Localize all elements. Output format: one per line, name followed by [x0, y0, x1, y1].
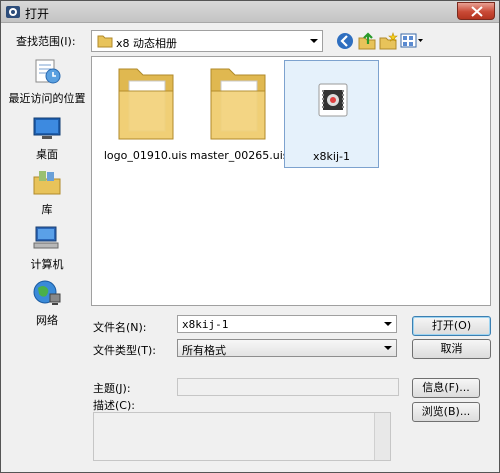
filetype-select[interactable]: 所有格式 — [177, 339, 397, 357]
folder-icon — [97, 34, 113, 51]
app-icon — [5, 4, 21, 20]
place-label: 库 — [41, 203, 53, 216]
up-folder-button[interactable] — [357, 32, 377, 50]
file-name: master_00265.uis — [190, 149, 289, 162]
filename-value: x8kij-1 — [182, 318, 229, 331]
filename-input[interactable]: x8kij-1 — [177, 315, 397, 333]
lookin-label: 查找范围(I): — [16, 35, 76, 48]
up-folder-icon — [358, 32, 376, 50]
description-label: 描述(C): — [93, 399, 135, 412]
file-item-selected[interactable]: x8kij-1 — [284, 60, 379, 168]
folder-icon — [118, 68, 173, 140]
open-file-dialog: 打开 查找范围(I): x8 动态相册 最近访问的位置 桌面 库 计算机 网络 … — [0, 0, 500, 473]
desktop-icon — [33, 117, 61, 139]
cancel-button[interactable]: 取消 — [412, 339, 491, 359]
subject-input — [177, 378, 399, 396]
file-name: x8kij-1 — [313, 150, 350, 163]
new-folder-button[interactable] — [378, 32, 398, 50]
view-menu-icon — [400, 33, 423, 48]
open-button[interactable]: 打开(O) — [412, 316, 491, 336]
browse-button[interactable]: 浏览(B)... — [412, 402, 480, 422]
chevron-down-icon[interactable] — [384, 346, 392, 350]
folder-icon — [210, 68, 265, 140]
place-label: 最近访问的位置 — [8, 92, 86, 105]
filetype-value: 所有格式 — [182, 344, 226, 357]
new-folder-icon — [379, 32, 398, 50]
place-network[interactable]: 网络 — [7, 278, 87, 328]
chevron-down-icon[interactable] — [384, 322, 392, 326]
description-textarea — [93, 412, 391, 461]
info-button[interactable]: 信息(F)... — [412, 378, 480, 398]
title-bar[interactable]: 打开 — [1, 1, 499, 23]
scrollbar — [374, 413, 390, 460]
place-computer[interactable]: 计算机 — [7, 224, 87, 272]
computer-icon — [33, 226, 59, 249]
place-label: 桌面 — [36, 148, 58, 161]
back-button[interactable] — [336, 32, 356, 50]
place-libraries[interactable]: 库 — [7, 169, 87, 217]
place-label: 网络 — [36, 314, 58, 327]
places-bar: 最近访问的位置 桌面 库 计算机 网络 — [7, 56, 87, 361]
place-desktop[interactable]: 桌面 — [7, 114, 87, 162]
libraries-icon — [33, 171, 61, 195]
file-list[interactable]: logo_01910.uis master_00265.uis x8kij-1 — [91, 56, 491, 306]
chevron-down-icon[interactable] — [310, 39, 318, 43]
video-file-icon — [318, 83, 347, 117]
place-recent[interactable]: 最近访问的位置 — [7, 56, 87, 106]
view-menu-button[interactable] — [400, 32, 424, 50]
lookin-combo[interactable]: x8 动态相册 — [91, 30, 323, 52]
place-label: 计算机 — [30, 258, 64, 271]
close-icon — [471, 6, 483, 17]
network-icon — [33, 280, 61, 305]
subject-label: 主题(J): — [93, 382, 131, 395]
filetype-label: 文件类型(T): — [93, 344, 157, 357]
recent-places-icon — [35, 59, 61, 84]
lookin-value: x8 动态相册 — [116, 37, 178, 50]
window-title: 打开 — [25, 7, 50, 21]
file-item[interactable]: logo_01910.uis — [98, 60, 193, 168]
file-name: logo_01910.uis — [103, 149, 188, 162]
file-item[interactable]: master_00265.uis — [190, 60, 289, 168]
back-icon — [337, 33, 353, 49]
close-button[interactable] — [457, 2, 495, 20]
filename-label: 文件名(N): — [93, 321, 147, 334]
